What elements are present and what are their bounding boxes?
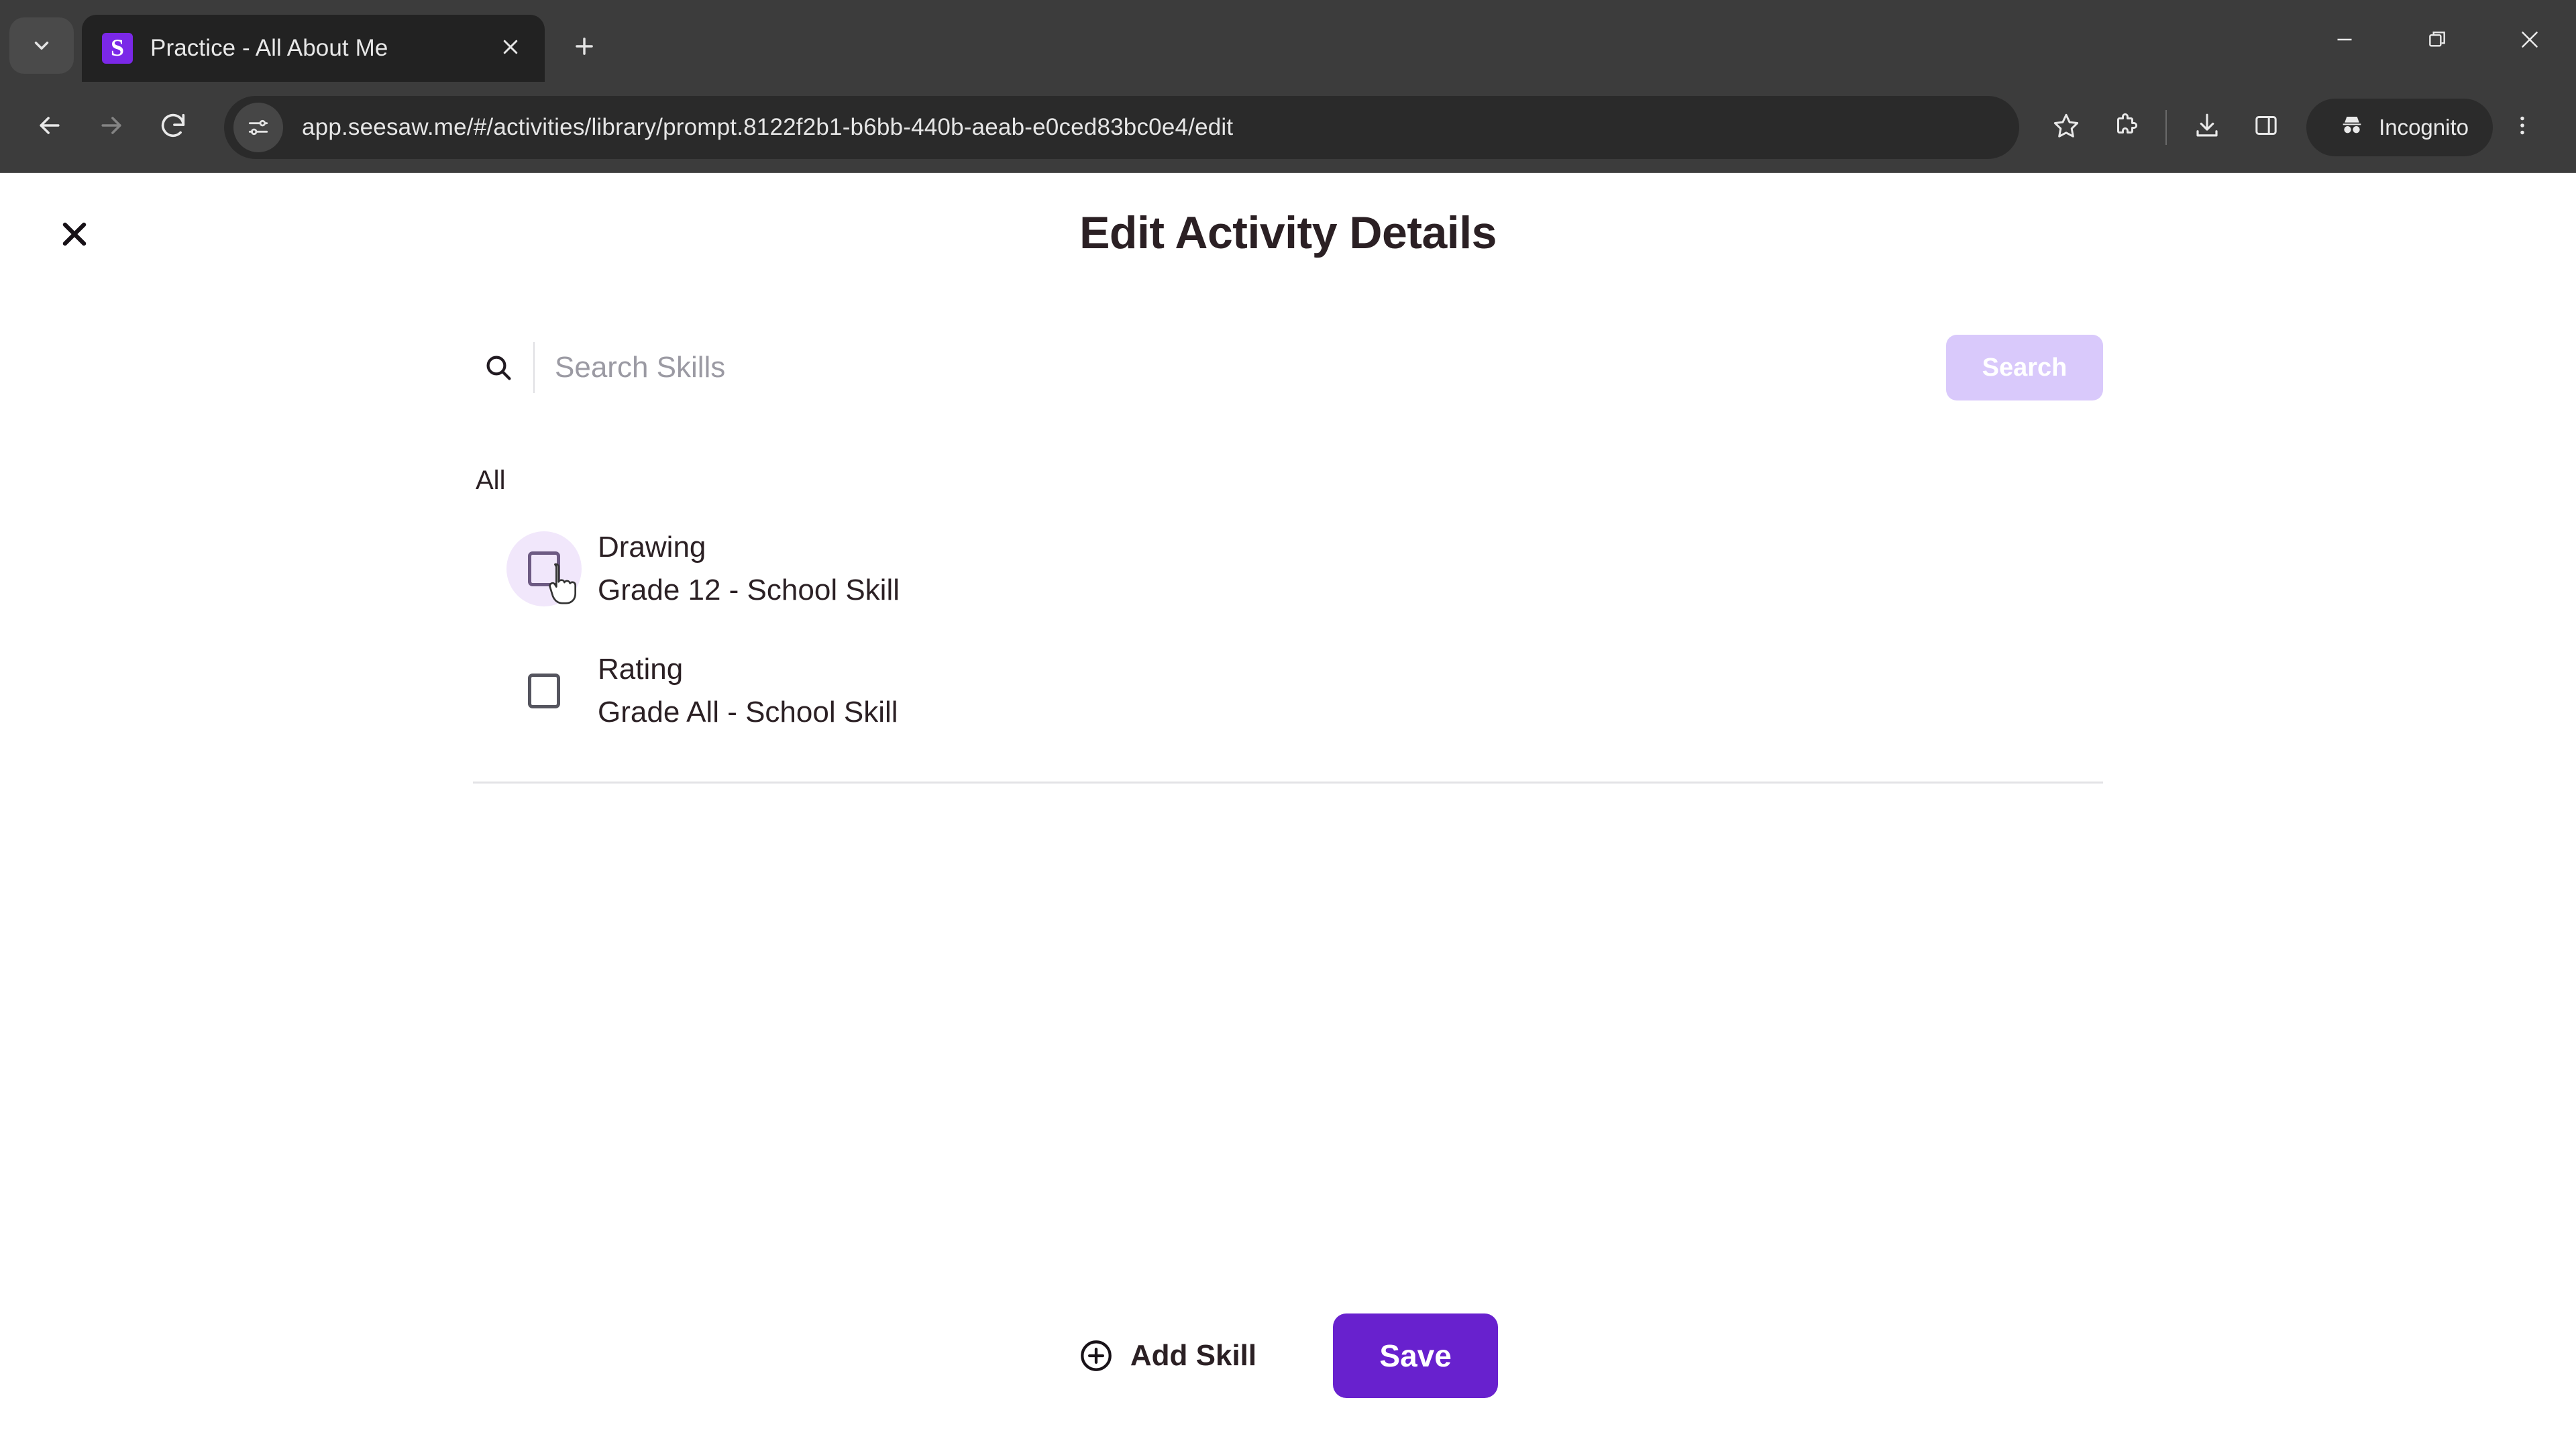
window-maximize-button[interactable] bbox=[2391, 0, 2483, 82]
back-button[interactable] bbox=[19, 97, 80, 158]
plus-icon bbox=[572, 34, 597, 62]
add-skill-button[interactable]: Add Skill bbox=[1078, 1338, 1256, 1374]
side-panel-icon bbox=[2253, 112, 2279, 142]
toolbar-actions: Incognito bbox=[2037, 98, 2552, 157]
close-icon bbox=[500, 37, 521, 60]
skill-meta: Grade 12 - School Skill bbox=[598, 574, 900, 607]
window-close-button[interactable] bbox=[2483, 0, 2576, 82]
bookmark-button[interactable] bbox=[2037, 98, 2096, 157]
tab-search-button[interactable] bbox=[9, 17, 74, 74]
browser-tab[interactable]: S Practice - All About Me bbox=[82, 15, 545, 82]
search-input[interactable] bbox=[555, 329, 1919, 407]
skill-group-label: All bbox=[476, 466, 506, 495]
skill-name: Drawing bbox=[598, 531, 706, 564]
skill-search-field[interactable] bbox=[473, 329, 1919, 407]
extensions-puzzle-icon bbox=[2111, 111, 2139, 143]
page-title: Edit Activity Details bbox=[1079, 207, 1497, 258]
window-minimize-button[interactable] bbox=[2298, 0, 2391, 82]
skill-checkbox-rating[interactable] bbox=[506, 653, 582, 729]
skill-info: Drawing Grade 12 - School Skill bbox=[598, 528, 900, 610]
new-tab-button[interactable] bbox=[561, 24, 608, 71]
toolbar-divider bbox=[2165, 109, 2167, 145]
site-settings-icon[interactable] bbox=[233, 102, 283, 152]
search-field-divider bbox=[533, 342, 535, 393]
star-icon bbox=[2052, 111, 2080, 143]
skill-search-row: Search bbox=[473, 329, 2103, 407]
save-button[interactable]: Save bbox=[1333, 1313, 1499, 1398]
close-icon bbox=[2518, 28, 2542, 55]
forward-button[interactable] bbox=[80, 97, 142, 158]
window-controls bbox=[2298, 0, 2576, 82]
skill-list-item[interactable]: Rating Grade All - School Skill bbox=[473, 630, 2103, 752]
browser-window: S Practice - All About Me app.seesaw.me/… bbox=[0, 0, 2576, 1449]
checkbox-icon bbox=[528, 674, 560, 709]
browser-menu-button[interactable] bbox=[2493, 98, 2552, 157]
chevron-down-icon bbox=[30, 34, 53, 57]
incognito-indicator[interactable]: Incognito bbox=[2306, 98, 2493, 156]
checkbox-icon bbox=[528, 551, 560, 587]
browser-toolbar: app.seesaw.me/#/activities/library/promp… bbox=[0, 82, 2576, 173]
skill-list: Drawing Grade 12 - School Skill Rating G… bbox=[473, 508, 2103, 784]
downloads-button[interactable] bbox=[2178, 98, 2237, 157]
side-panel-button[interactable] bbox=[2237, 98, 2296, 157]
three-dot-menu-icon bbox=[2510, 113, 2534, 141]
tab-close-button[interactable] bbox=[491, 29, 530, 68]
tab-strip: S Practice - All About Me bbox=[0, 0, 2576, 82]
skill-meta: Grade All - School Skill bbox=[598, 696, 898, 729]
address-bar[interactable]: app.seesaw.me/#/activities/library/promp… bbox=[224, 95, 2020, 159]
forward-arrow-icon bbox=[97, 111, 126, 144]
skill-name: Rating bbox=[598, 653, 684, 686]
maximize-icon bbox=[2426, 29, 2448, 54]
activity-details-form: Search All Drawing bbox=[473, 259, 2103, 784]
incognito-icon bbox=[2339, 111, 2365, 144]
skill-info: Rating Grade All - School Skill bbox=[598, 650, 898, 732]
reload-button[interactable] bbox=[142, 97, 204, 158]
seesaw-favicon-icon: S bbox=[102, 33, 133, 64]
minimize-icon bbox=[2332, 28, 2357, 55]
skill-list-item[interactable]: Drawing Grade 12 - School Skill bbox=[473, 508, 2103, 630]
download-icon bbox=[2193, 111, 2221, 143]
tab-title: Practice - All About Me bbox=[150, 35, 388, 61]
favicon-letter: S bbox=[110, 34, 125, 61]
address-bar-url: app.seesaw.me/#/activities/library/promp… bbox=[302, 113, 1234, 140]
plus-circle-icon bbox=[1078, 1338, 1114, 1374]
list-divider bbox=[473, 782, 2103, 784]
page-content: Edit Activity Details Search All bbox=[0, 173, 2576, 1449]
extensions-button[interactable] bbox=[2096, 98, 2155, 157]
close-icon bbox=[57, 217, 92, 255]
skill-checkbox-drawing[interactable] bbox=[506, 531, 582, 607]
close-modal-button[interactable] bbox=[46, 207, 103, 264]
add-skill-label: Add Skill bbox=[1130, 1339, 1257, 1372]
search-icon bbox=[473, 352, 525, 384]
back-arrow-icon bbox=[35, 111, 64, 144]
modal-footer: Add Skill Save bbox=[0, 1313, 2576, 1398]
search-button[interactable]: Search bbox=[1946, 335, 2103, 400]
reload-icon bbox=[158, 110, 189, 144]
incognito-label: Incognito bbox=[2379, 114, 2469, 140]
